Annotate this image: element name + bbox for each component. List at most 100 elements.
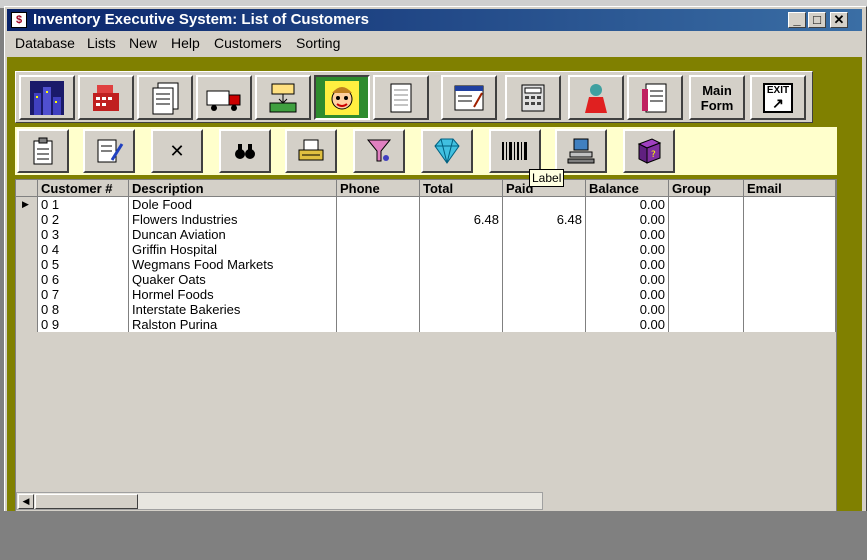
edit-button[interactable]	[83, 129, 135, 173]
cell-email[interactable]	[744, 242, 836, 257]
cell-email[interactable]	[744, 302, 836, 317]
cell-desc[interactable]: Duncan Aviation	[129, 227, 337, 242]
cell-paid[interactable]	[503, 302, 586, 317]
cell-id[interactable]: 0 3	[38, 227, 129, 242]
row-indicator[interactable]	[16, 302, 38, 317]
cell-email[interactable]	[744, 227, 836, 242]
help-book-button[interactable]: ?	[623, 129, 675, 173]
filter-button[interactable]	[353, 129, 405, 173]
row-indicator[interactable]	[16, 257, 38, 272]
column-header-phone[interactable]: Phone	[337, 180, 420, 197]
cell-desc[interactable]: Ralston Purina	[129, 317, 337, 332]
row-indicator[interactable]	[16, 227, 38, 242]
cell-group[interactable]	[669, 287, 744, 302]
cell-balance[interactable]: 0.00	[586, 272, 669, 287]
cell-total[interactable]	[420, 287, 503, 302]
cell-balance[interactable]: 0.00	[586, 287, 669, 302]
cell-id[interactable]: 0 9	[38, 317, 129, 332]
paste-button[interactable]	[17, 129, 69, 173]
cell-phone[interactable]	[337, 227, 420, 242]
cell-total[interactable]	[420, 257, 503, 272]
row-indicator[interactable]	[16, 272, 38, 287]
money-transfer-button[interactable]	[255, 75, 311, 120]
table-row[interactable]: ▶ 0 1 Dole Food 0.00	[16, 197, 836, 212]
cell-total[interactable]	[420, 242, 503, 257]
cell-group[interactable]	[669, 242, 744, 257]
cell-email[interactable]	[744, 212, 836, 227]
cell-group[interactable]	[669, 257, 744, 272]
cell-email[interactable]	[744, 317, 836, 332]
menu-help[interactable]: Help	[171, 35, 200, 51]
delivery-truck-button[interactable]	[196, 75, 252, 120]
cell-group[interactable]	[669, 272, 744, 287]
row-indicator[interactable]	[16, 212, 38, 227]
table-row[interactable]: 0 7 Hormel Foods 0.00	[16, 287, 836, 302]
column-header-email[interactable]: Email	[744, 180, 836, 197]
cell-phone[interactable]	[337, 272, 420, 287]
title-bar[interactable]: $ Inventory Executive System: List of Cu…	[7, 9, 862, 31]
cell-desc[interactable]: Hormel Foods	[129, 287, 337, 302]
cell-balance[interactable]: 0.00	[586, 317, 669, 332]
customers-grid[interactable]: Customer # Description Phone Total Paid …	[15, 179, 837, 512]
cell-id[interactable]: 0 6	[38, 272, 129, 287]
table-row[interactable]: 0 5 Wegmans Food Markets 0.00	[16, 257, 836, 272]
table-row[interactable]: 0 4 Griffin Hospital 0.00	[16, 242, 836, 257]
row-indicator[interactable]: ▶	[16, 197, 38, 212]
maximize-button[interactable]: □	[808, 12, 826, 28]
cell-phone[interactable]	[337, 302, 420, 317]
scroll-left-icon[interactable]: ◀	[18, 494, 34, 509]
diamond-button[interactable]	[421, 129, 473, 173]
cell-group[interactable]	[669, 317, 744, 332]
column-header-total[interactable]: Total	[420, 180, 503, 197]
barcode-label-button[interactable]	[489, 129, 541, 173]
cell-email[interactable]	[744, 272, 836, 287]
cell-total[interactable]	[420, 227, 503, 242]
cell-paid[interactable]	[503, 242, 586, 257]
cell-paid[interactable]: 6.48	[503, 212, 586, 227]
cell-phone[interactable]	[337, 287, 420, 302]
form-edit-button[interactable]	[441, 75, 497, 120]
main-form-button[interactable]: Main Form	[689, 75, 745, 120]
row-indicator[interactable]	[16, 287, 38, 302]
cell-group[interactable]	[669, 197, 744, 212]
cell-group[interactable]	[669, 227, 744, 242]
cell-desc[interactable]: Wegmans Food Markets	[129, 257, 337, 272]
cell-total[interactable]	[420, 272, 503, 287]
cell-id[interactable]: 0 8	[38, 302, 129, 317]
cell-id[interactable]: 0 5	[38, 257, 129, 272]
calculator-button[interactable]	[505, 75, 561, 120]
cell-balance[interactable]: 0.00	[586, 212, 669, 227]
menu-database[interactable]: Database	[15, 35, 75, 51]
cell-desc[interactable]: Interstate Bakeries	[129, 302, 337, 317]
cell-balance[interactable]: 0.00	[586, 302, 669, 317]
menu-new[interactable]: New	[129, 35, 157, 51]
documents-button[interactable]	[137, 75, 193, 120]
minimize-button[interactable]: _	[788, 12, 806, 28]
delete-button[interactable]: ✕	[151, 129, 203, 173]
table-row[interactable]: 0 9 Ralston Purina 0.00	[16, 317, 836, 332]
cell-phone[interactable]	[337, 197, 420, 212]
cell-desc[interactable]: Dole Food	[129, 197, 337, 212]
table-row[interactable]: 0 8 Interstate Bakeries 0.00	[16, 302, 836, 317]
scrollbar-thumb[interactable]	[35, 494, 138, 509]
cell-desc[interactable]: Quaker Oats	[129, 272, 337, 287]
person-button[interactable]	[568, 75, 624, 120]
menu-lists[interactable]: Lists	[87, 35, 116, 51]
cell-paid[interactable]	[503, 197, 586, 212]
network-button[interactable]	[555, 129, 607, 173]
cell-total[interactable]	[420, 302, 503, 317]
cell-id[interactable]: 0 4	[38, 242, 129, 257]
cell-paid[interactable]	[503, 227, 586, 242]
cell-desc[interactable]: Griffin Hospital	[129, 242, 337, 257]
cash-register-button[interactable]	[78, 75, 134, 120]
cell-email[interactable]	[744, 257, 836, 272]
cell-phone[interactable]	[337, 257, 420, 272]
app-icon[interactable]: $	[11, 12, 27, 28]
cell-group[interactable]	[669, 212, 744, 227]
cell-id[interactable]: 0 2	[38, 212, 129, 227]
page-button[interactable]	[373, 75, 429, 120]
cell-email[interactable]	[744, 287, 836, 302]
cell-phone[interactable]	[337, 212, 420, 227]
cell-paid[interactable]	[503, 272, 586, 287]
column-header-group[interactable]: Group	[669, 180, 744, 197]
